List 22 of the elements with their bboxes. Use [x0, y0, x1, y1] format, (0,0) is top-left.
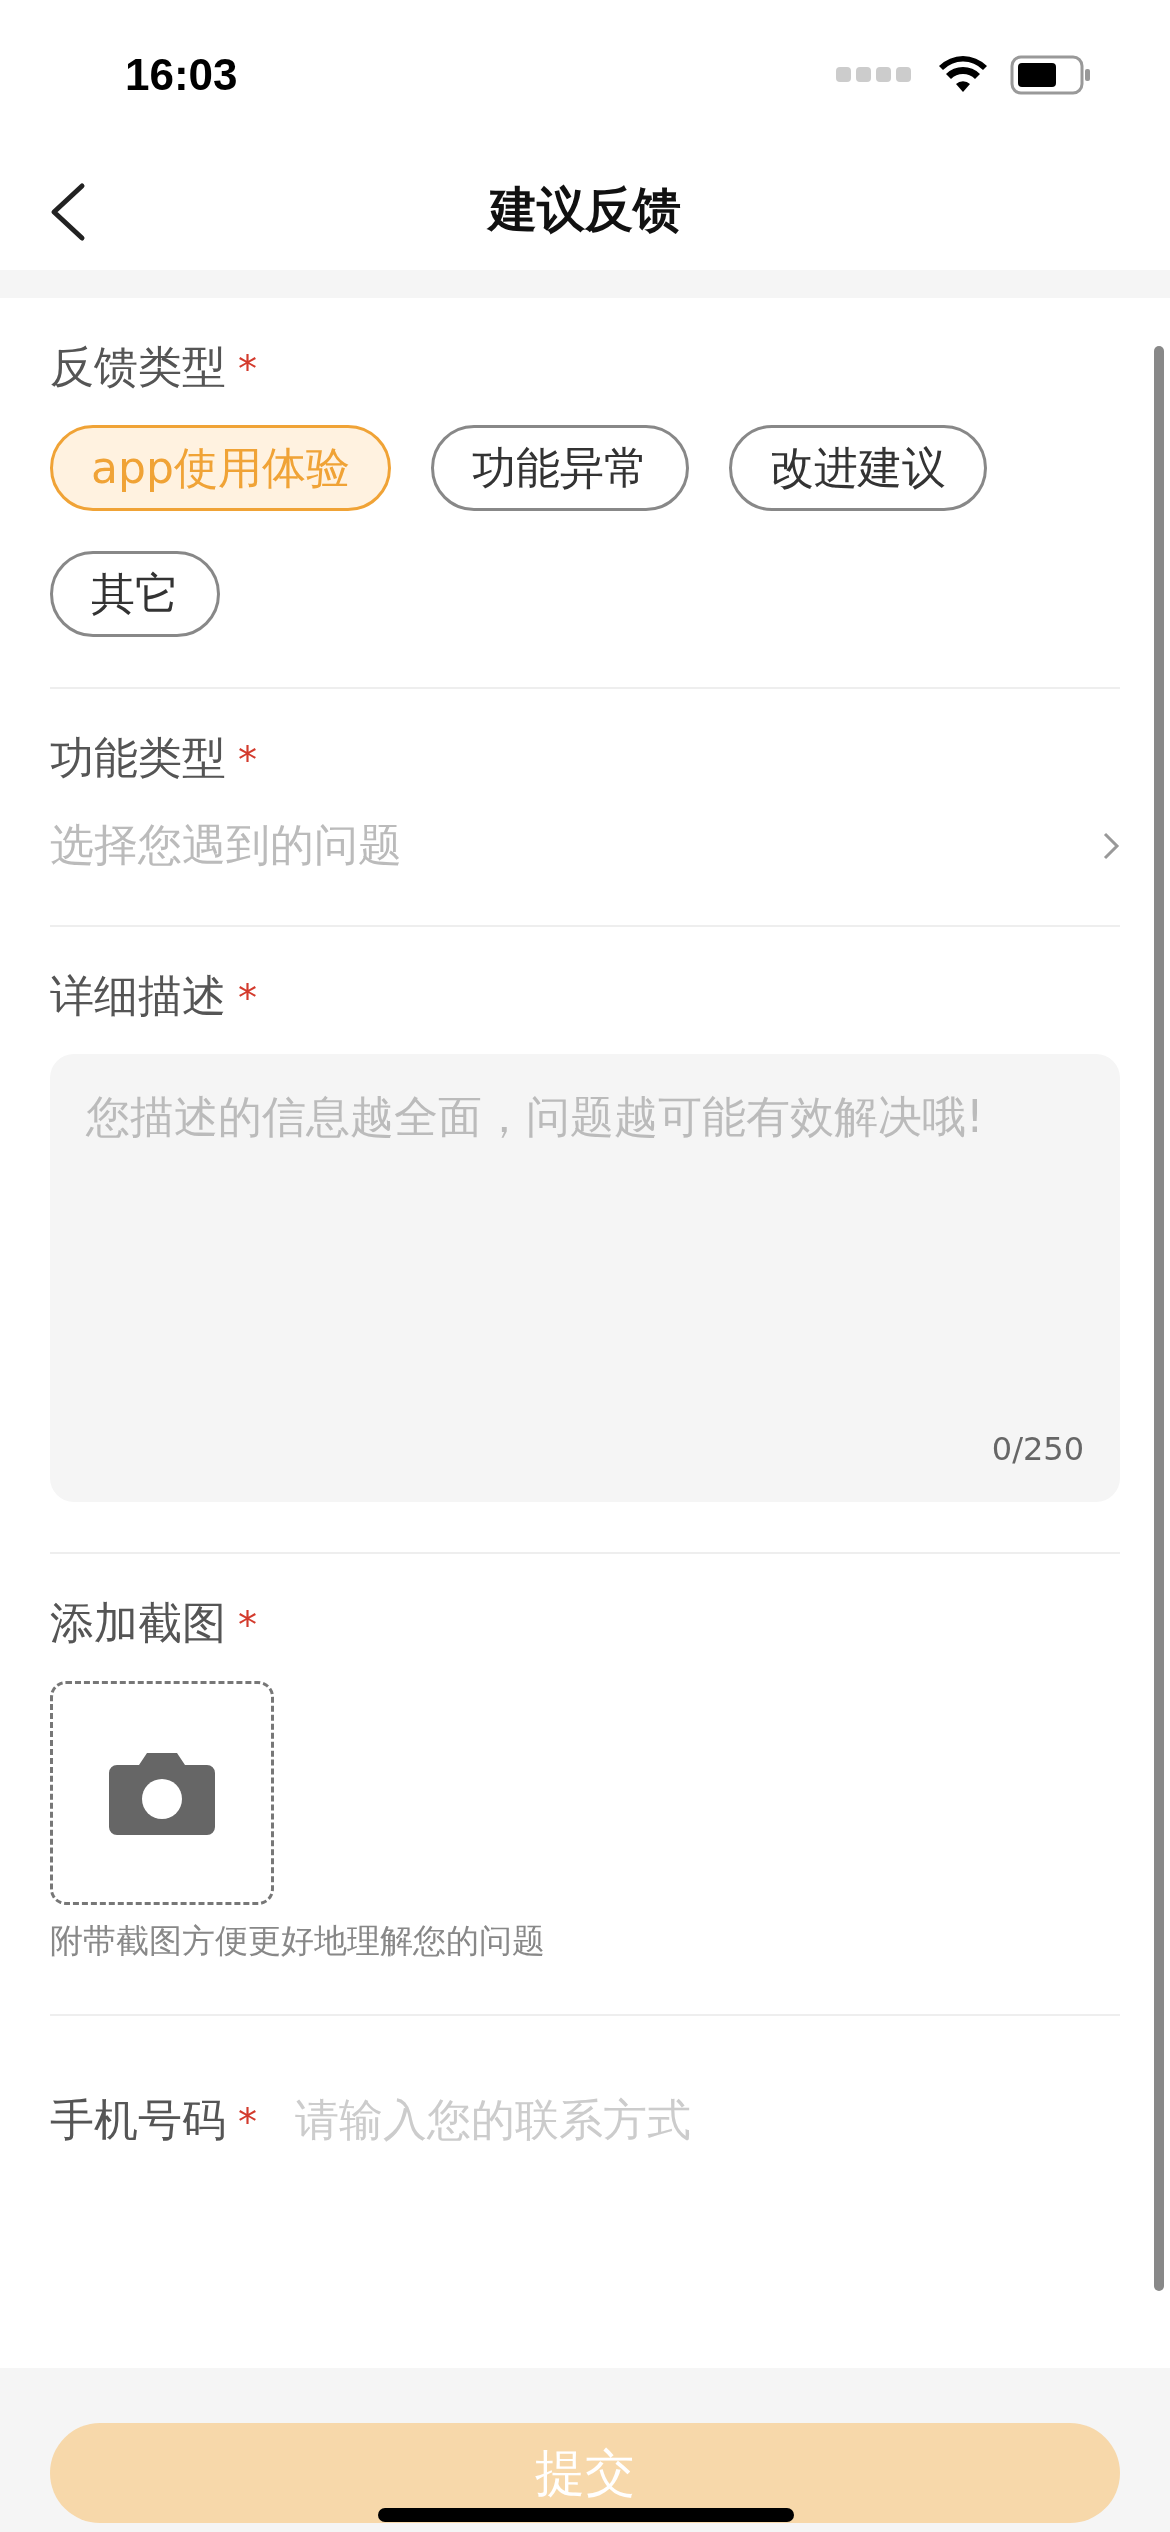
required-mark: *: [238, 347, 257, 391]
required-mark: *: [238, 1603, 257, 1647]
field-label: 详细描述: [50, 969, 226, 1023]
battery-icon: [1010, 55, 1092, 95]
type-chip[interactable]: 改进建议: [728, 425, 987, 511]
required-mark: *: [238, 2100, 257, 2144]
type-chip[interactable]: 功能异常: [430, 425, 689, 511]
type-chip[interactable]: 其它: [50, 551, 220, 637]
field-label: 功能类型: [50, 731, 226, 785]
field-label: 添加截图: [50, 1596, 226, 1650]
char-counter: 0/250: [991, 1430, 1084, 1468]
page-title: 建议反馈: [489, 180, 681, 239]
hint-text: 附带截图方便更好地理解您的问题: [50, 1920, 546, 1962]
description-field[interactable]: 您描述的信息越全面，问题越可能有效解决哦! 0/250: [50, 1054, 1120, 1502]
required-mark: *: [238, 976, 257, 1020]
field-label: 手机号码: [50, 2093, 226, 2147]
field-label: 反馈类型: [50, 340, 226, 394]
required-mark: *: [238, 738, 257, 782]
wifi-icon: [938, 56, 988, 94]
upload-button[interactable]: [50, 1681, 274, 1905]
status-time: 16:03: [125, 50, 238, 100]
chevron-right-icon: [1102, 830, 1120, 861]
